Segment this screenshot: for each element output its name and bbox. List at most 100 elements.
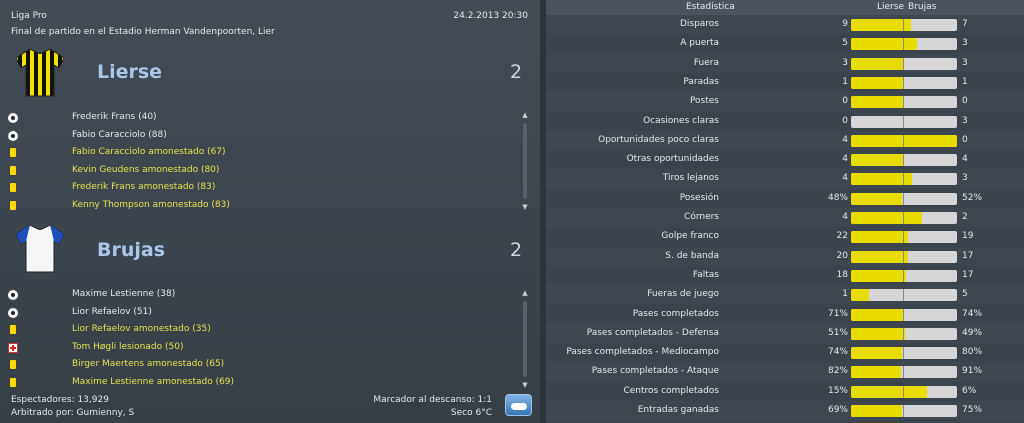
- stat-row: Fueras de juego 1 5: [546, 285, 1024, 304]
- stat-home-fill: [851, 308, 903, 321]
- match-datetime: 24.2.2013 20:30: [453, 11, 528, 21]
- stat-row: Postes 0 0: [546, 92, 1024, 111]
- stat-home-fill: [851, 57, 904, 70]
- stat-label: Córners: [684, 212, 719, 222]
- stat-away-value: 17: [962, 250, 974, 261]
- event-text[interactable]: Lior Refaelov amonestado (35): [72, 324, 211, 334]
- stat-label: Paradas: [683, 76, 719, 87]
- stat-comparison-bar: [851, 134, 957, 147]
- stat-label: Fueras de juego: [647, 289, 719, 300]
- stat-midline: [903, 231, 904, 244]
- stat-label: Golpe franco: [661, 231, 719, 242]
- ball-icon: [8, 307, 18, 318]
- ball-icon: [8, 113, 18, 123]
- scroll-up-icon[interactable]: ▲: [519, 289, 531, 298]
- stat-label: Pases completados - Ataque: [591, 366, 719, 377]
- stat-label: Oportunidades poco claras: [598, 134, 719, 145]
- stat-row: Disparos 9 7: [546, 15, 1024, 34]
- home-events-scrollbar[interactable]: ▲ ▼: [519, 111, 531, 214]
- stat-home-fill: [851, 269, 906, 282]
- event-text[interactable]: Maxime Lestienne amonestado (69): [72, 377, 234, 387]
- event-text[interactable]: Frederik Frans (40): [72, 112, 157, 122]
- stat-comparison-bar: [851, 385, 957, 398]
- yellow-card-icon: [10, 165, 16, 175]
- stat-away-value: 74%: [962, 308, 983, 319]
- stats-header-home[interactable]: Lierse: [877, 2, 904, 12]
- away-shirt-icon: [15, 224, 65, 273]
- stat-home-value: 71%: [827, 308, 848, 319]
- stat-away-value: 0: [962, 96, 968, 107]
- stat-home-value: 4: [842, 173, 848, 184]
- stat-home-fill: [851, 38, 918, 51]
- event-text[interactable]: Fabio Caracciolo amonestado (67): [72, 147, 226, 157]
- stat-home-value: 15%: [827, 385, 848, 396]
- stat-home-fill: [851, 19, 911, 31]
- event-text[interactable]: Frederik Frans amonestado (83): [72, 182, 215, 192]
- stat-home-value: 5: [842, 38, 848, 49]
- away-events-scrollbar[interactable]: ▲ ▼: [519, 289, 531, 392]
- stat-away-value: 4: [962, 154, 968, 165]
- event-text[interactable]: Fabio Caracciolo (88): [72, 130, 167, 140]
- stat-home-value: 1: [842, 289, 848, 300]
- stat-home-value: 74%: [827, 347, 848, 358]
- event-text[interactable]: Kenny Thompson amonestado (83): [72, 200, 230, 210]
- stat-row: Pases completados - Defensa 51% 49%: [546, 324, 1024, 343]
- stat-comparison-bar: [851, 250, 957, 263]
- yellow-card-icon: [10, 183, 16, 193]
- away-team-name[interactable]: Brujas: [97, 239, 165, 261]
- stat-home-fill: [851, 405, 902, 417]
- stat-away-value: 3: [962, 173, 968, 184]
- stat-row: Faltas 18 17: [546, 266, 1024, 285]
- stat-comparison-bar: [851, 308, 957, 321]
- event-text[interactable]: Lior Refaelov (51): [72, 307, 152, 317]
- stat-midline: [903, 173, 904, 186]
- stat-label: A puerta: [680, 38, 719, 49]
- stat-row: Oportunidades poco claras 4 0: [546, 131, 1024, 150]
- scroll-down-icon[interactable]: ▼: [519, 381, 531, 390]
- stat-home-fill: [851, 154, 904, 167]
- stat-row: Centros completados 15% 6%: [546, 382, 1024, 401]
- stat-home-value: 82%: [827, 366, 848, 377]
- competition-name: Liga Pro: [11, 11, 47, 21]
- stat-midline: [903, 269, 904, 282]
- stat-comparison-bar: [851, 154, 957, 167]
- stats-panel: Estadística Lierse Brujas Disparos 9 7 A pu…: [546, 0, 1024, 423]
- stat-label: Entradas ganadas: [637, 405, 719, 415]
- stat-label: Tiros lejanos: [662, 173, 719, 184]
- home-team-name[interactable]: Lierse: [97, 61, 162, 83]
- stat-row: Córners 4 2: [546, 208, 1024, 227]
- event-text[interactable]: Birger Maertens amonestado (65): [72, 359, 224, 369]
- scroll-thumb[interactable]: [523, 123, 527, 199]
- event-text[interactable]: Kevin Geudens amonestado (80): [72, 165, 219, 175]
- event-text[interactable]: Tom Høgli lesionado (50): [72, 342, 183, 352]
- stat-label: Ocasiones claras: [643, 115, 719, 126]
- stat-row: A puerta 5 3: [546, 34, 1024, 53]
- stat-comparison-bar: [851, 212, 957, 224]
- stat-label: Postes: [689, 96, 719, 107]
- scroll-down-icon[interactable]: ▼: [519, 203, 531, 212]
- stat-away-value: 3: [962, 57, 968, 68]
- stat-home-fill: [851, 76, 904, 89]
- event-text[interactable]: Maxime Lestienne (38): [72, 289, 175, 299]
- stat-home-fill: [851, 366, 902, 379]
- stats-header-away[interactable]: Brujas: [908, 2, 936, 12]
- stats-header-label[interactable]: Estadística: [686, 2, 735, 12]
- yellow-card-icon: [10, 201, 16, 210]
- stat-home-value: 69%: [827, 405, 848, 415]
- stat-away-value: 75%: [962, 405, 983, 415]
- stat-comparison-bar: [851, 76, 957, 89]
- stat-row: Entradas ganadas 69% 75%: [546, 401, 1024, 420]
- stat-midline: [903, 96, 904, 109]
- cloud-icon: [505, 394, 532, 416]
- stat-home-fill: [851, 347, 902, 360]
- away-score: 2: [510, 239, 523, 261]
- stat-comparison-bar: [851, 269, 957, 282]
- scroll-up-icon[interactable]: ▲: [519, 111, 531, 120]
- stat-comparison-bar: [851, 327, 957, 340]
- match-venue: Final de partido en el Estadio Herman Va…: [11, 27, 275, 37]
- stat-row: Pases completados 71% 74%: [546, 305, 1024, 324]
- yellow-card-icon: [10, 148, 16, 158]
- stat-label: Faltas: [692, 269, 719, 280]
- spectators-count: Espectadores: 13,929: [11, 395, 109, 405]
- scroll-thumb[interactable]: [523, 301, 527, 377]
